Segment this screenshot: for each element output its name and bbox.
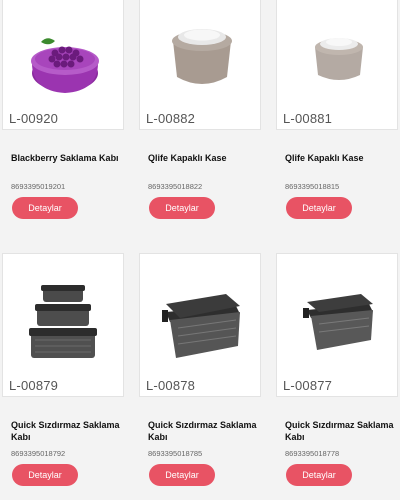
product-name[interactable]: Qlife Kapaklı Kase [285,152,395,178]
product-card[interactable]: L-00879 Quick Sızdırmaz Saklama Kabı 869… [2,253,124,486]
quick-container-large-image [162,294,240,358]
product-barcode: 8693395018792 [11,449,66,458]
product-image-box[interactable]: L-00882 [139,0,261,130]
product-name[interactable]: Qlife Kapaklı Kase [148,152,258,178]
product-card[interactable]: L-00877 Quick Sızdırmaz Saklama Kabı 869… [276,253,398,486]
product-image-box[interactable]: L-00877 [276,253,398,397]
product-code: L-00881 [283,111,333,126]
product-code: L-00879 [9,378,59,393]
quick-container-medium-image [303,294,373,350]
quick-container-set-image [29,285,97,358]
product-barcode: 8693395018778 [285,449,340,458]
details-button[interactable]: Detaylar [12,197,78,219]
product-image-box[interactable]: L-00878 [139,253,261,397]
product-barcode: 8693395018785 [148,449,203,458]
product-code: L-00878 [146,378,196,393]
details-button[interactable]: Detaylar [286,197,352,219]
product-card[interactable]: L-00882 Qlife Kapaklı Kase 8693395018822… [139,0,261,219]
product-name[interactable]: Quick Sızdırmaz Saklama Kabı [285,419,395,445]
product-image-box[interactable]: L-00879 [2,253,124,397]
product-card[interactable]: L-00920 Blackberry Saklama Kabı 86933950… [2,0,124,219]
product-card[interactable]: L-00878 Quick Sızdırmaz Saklama Kabı 869… [139,253,261,486]
product-name[interactable]: Quick Sızdırmaz Saklama Kabı [148,419,258,445]
product-barcode: 8693395019201 [11,182,66,191]
product-name[interactable]: Blackberry Saklama Kabı [11,152,121,178]
product-card[interactable]: L-00881 Qlife Kapaklı Kase 8693395018815… [276,0,398,219]
product-image-box[interactable]: L-00920 [2,0,124,130]
details-button[interactable]: Detaylar [286,464,352,486]
details-button[interactable]: Detaylar [12,464,78,486]
product-code: L-00920 [9,111,59,126]
details-button[interactable]: Detaylar [149,197,215,219]
product-image-box[interactable]: L-00881 [276,0,398,130]
product-code: L-00877 [283,378,333,393]
product-name[interactable]: Quick Sızdırmaz Saklama Kabı [11,419,121,445]
product-barcode: 8693395018815 [285,182,340,191]
product-code: L-00882 [146,111,196,126]
details-button[interactable]: Detaylar [149,464,215,486]
product-barcode: 8693395018822 [148,182,203,191]
